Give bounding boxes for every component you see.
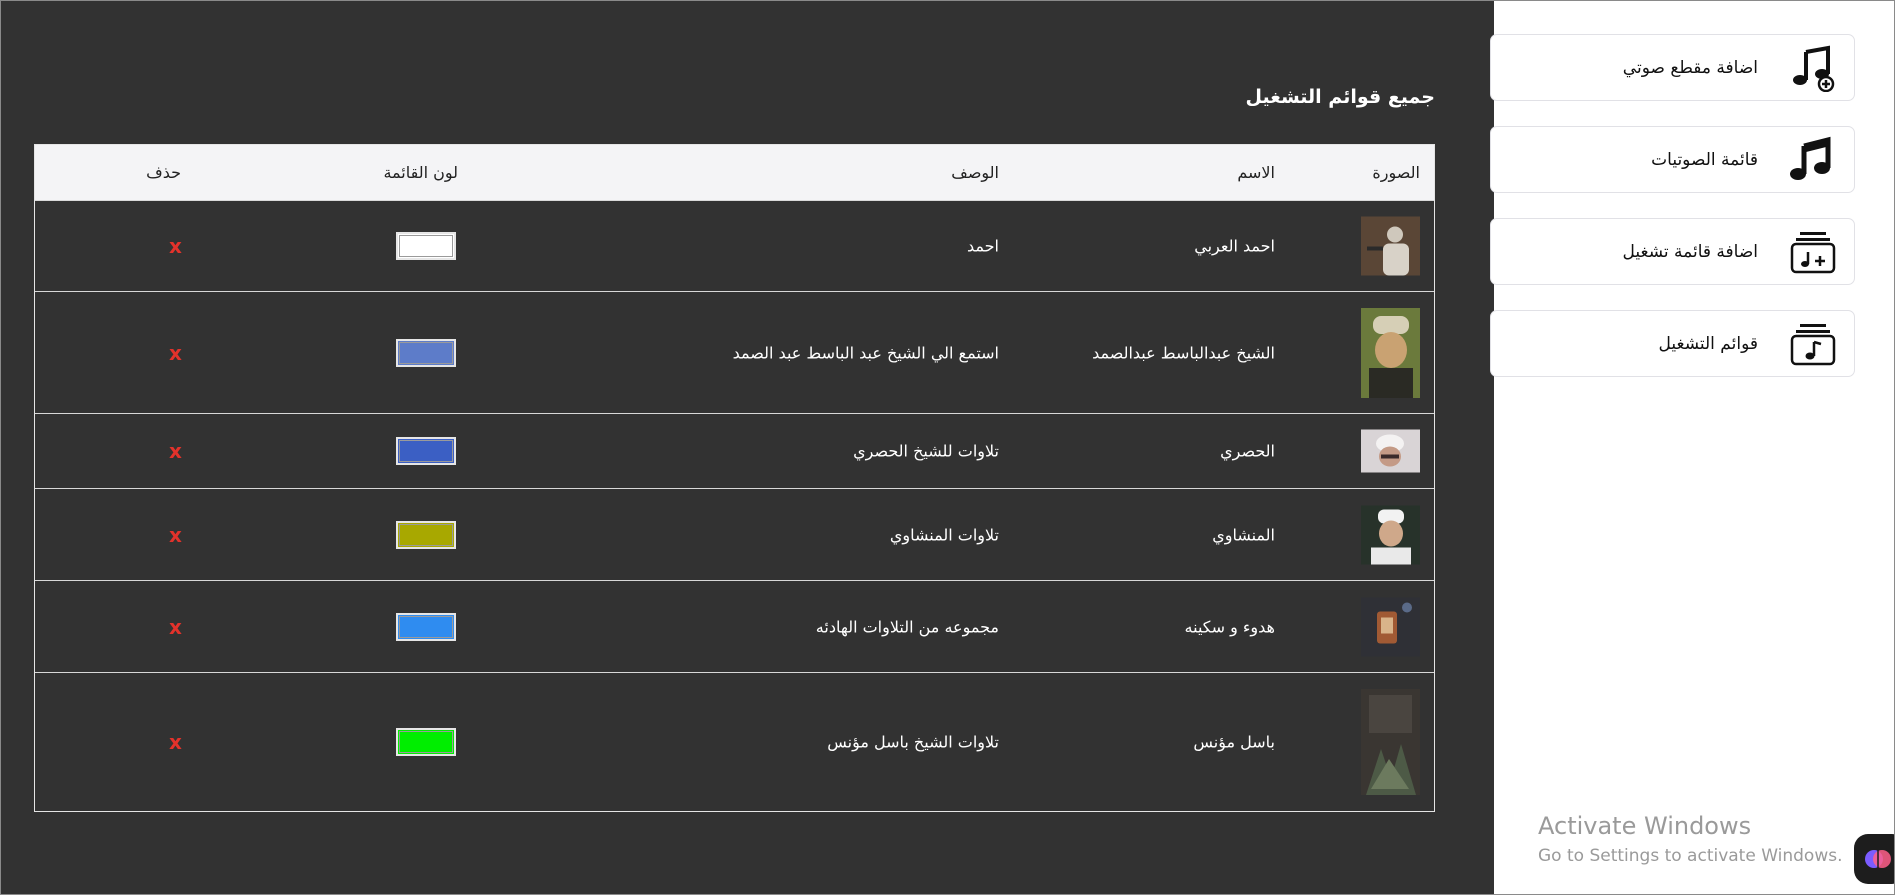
window-frame [0, 0, 1895, 895]
